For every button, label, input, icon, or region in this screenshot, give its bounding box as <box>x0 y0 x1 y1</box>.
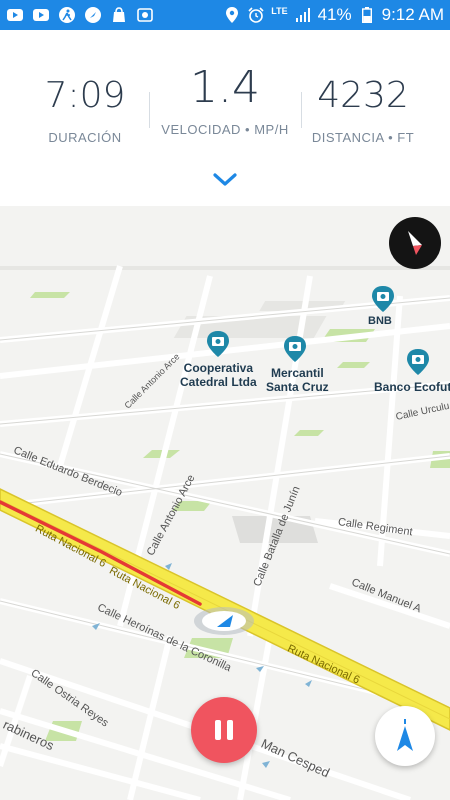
battery-percent: 41% <box>317 5 352 24</box>
distance-label: DISTANCIA • FT <box>311 130 415 145</box>
pause-icon <box>215 720 233 740</box>
poi-label-text: Cooperativa Catedral Ltda <box>180 361 257 389</box>
duration-stat: 7:09 DURACIÓN <box>10 74 160 145</box>
speed-label: VELOCIDAD • MP/H <box>161 122 289 137</box>
fitness-icon <box>58 6 76 24</box>
duration-value: 7:09 <box>44 75 126 116</box>
speed-value: 1.4 <box>190 62 260 113</box>
location-icon <box>223 6 241 24</box>
poi-label: Mercantil Santa Cruz <box>266 366 329 394</box>
alarm-icon <box>247 6 265 24</box>
system-icons: LTE 41% 9:12 AM <box>223 5 450 25</box>
activity-stats-panel: 7:09 DURACIÓN 1.4 VELOCIDAD • MP/H 4232 … <box>0 30 450 206</box>
photo-icon <box>136 6 154 24</box>
network-type: LTE <box>271 5 288 16</box>
bank-pin-icon[interactable] <box>284 336 306 362</box>
youtube-icon <box>32 6 50 24</box>
bank-pin-icon[interactable] <box>372 286 394 312</box>
compass-icon <box>408 231 422 255</box>
navigation-arrow-icon <box>397 719 413 751</box>
battery-icon <box>358 6 376 24</box>
duration-label: DURACIÓN <box>48 130 122 145</box>
bank-pin-icon[interactable] <box>407 349 429 375</box>
distance-stat: 4232 DISTANCIA • FT <box>288 74 438 145</box>
bank-pin-icon[interactable] <box>207 331 229 357</box>
clock: 9:12 AM <box>381 5 444 24</box>
poi-label: BNB <box>368 315 392 327</box>
distance-value: 4232 <box>317 75 409 116</box>
recenter-button[interactable] <box>375 706 435 766</box>
shopping-bag-icon <box>110 6 128 24</box>
status-bar: LTE 41% 9:12 AM <box>0 0 450 30</box>
pause-button[interactable] <box>191 697 257 763</box>
speed-stat: 1.4 VELOCIDAD • MP/H <box>150 66 300 138</box>
compass-app-icon <box>84 6 102 24</box>
poi-label: Banco Ecofutu <box>374 380 450 394</box>
notification-icons <box>0 6 154 24</box>
chevron-down-icon[interactable] <box>212 170 238 190</box>
compass-button[interactable] <box>389 217 441 269</box>
signal-icon <box>294 6 312 24</box>
current-location-marker <box>194 607 254 635</box>
youtube-icon <box>6 6 24 24</box>
poi-label-text: Mercantil Santa Cruz <box>266 366 329 394</box>
poi-label: Cooperativa Catedral Ltda <box>180 361 257 389</box>
